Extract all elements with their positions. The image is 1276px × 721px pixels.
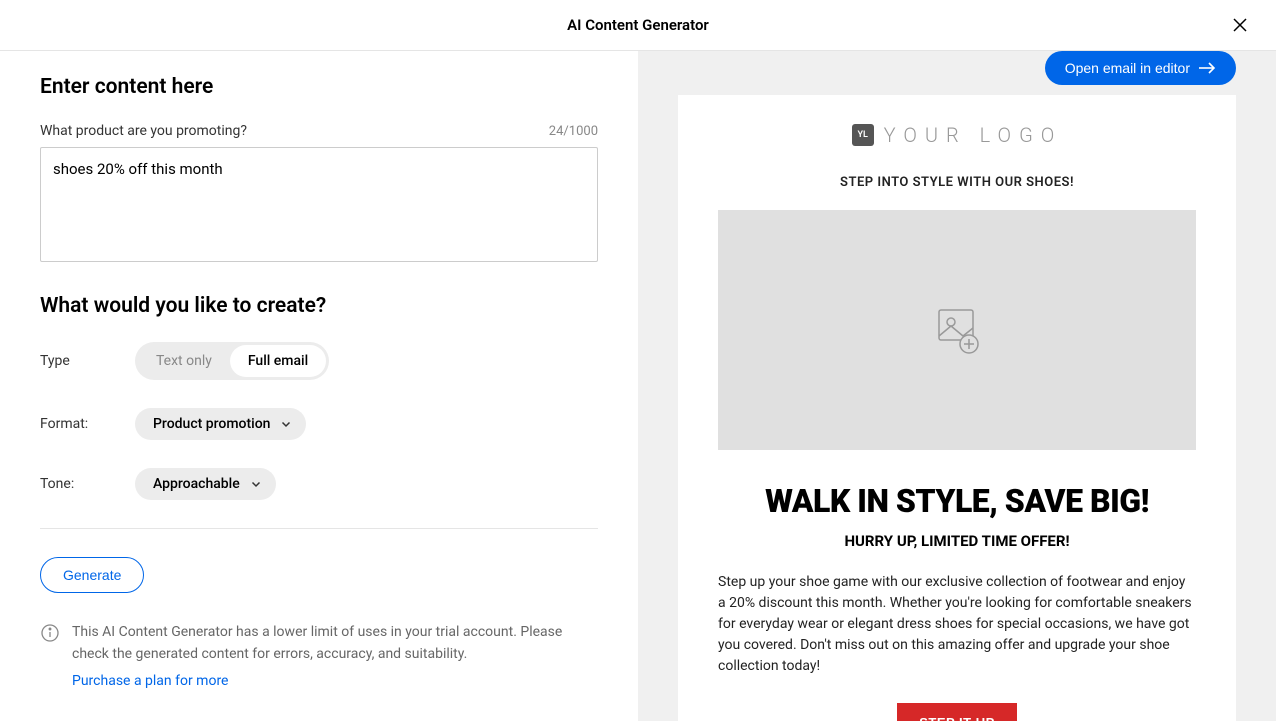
logo-badge: YL [852, 124, 874, 146]
create-title: What would you like to create? [40, 294, 598, 318]
left-panel: Enter content here What product are you … [0, 51, 638, 721]
email-subheadline: HURRY UP, LIMITED TIME OFFER! [718, 532, 1196, 550]
tone-row: Tone: Approachable [40, 468, 598, 500]
info-icon [40, 623, 60, 643]
format-value: Product promotion [153, 416, 270, 432]
chevron-down-icon [250, 478, 262, 490]
type-option-text-only[interactable]: Text only [138, 345, 230, 377]
enter-content-title: Enter content here [40, 75, 598, 99]
email-preview: YL YOUR LOGO STEP INTO STYLE WITH OUR SH… [678, 95, 1236, 721]
email-body: Step up your shoe game with our exclusiv… [718, 572, 1196, 677]
prompt-field-row: What product are you promoting? 24/1000 [40, 123, 598, 139]
logo-text: YOUR LOGO [884, 123, 1063, 147]
tone-label: Tone: [40, 476, 135, 492]
prompt-label: What product are you promoting? [40, 123, 247, 139]
type-row: Type Text only Full email [40, 342, 598, 380]
type-toggle: Text only Full email [135, 342, 329, 380]
char-count: 24/1000 [549, 124, 598, 139]
image-placeholder[interactable] [718, 210, 1196, 450]
email-headline: WALK IN STYLE, SAVE BIG! [718, 482, 1196, 520]
type-option-full-email[interactable]: Full email [230, 345, 326, 377]
tone-value: Approachable [153, 476, 240, 492]
close-button[interactable] [1224, 9, 1256, 41]
generate-button[interactable]: Generate [40, 557, 144, 593]
chevron-down-icon [280, 418, 292, 430]
format-dropdown[interactable]: Product promotion [135, 408, 306, 440]
info-text: This AI Content Generator has a lower li… [72, 624, 562, 662]
right-panel: Open email in editor YL YOUR LOGO STEP I… [638, 51, 1276, 721]
arrow-right-icon [1198, 61, 1216, 75]
format-label: Format: [40, 416, 135, 432]
modal-header: AI Content Generator [0, 0, 1276, 51]
main-container: Enter content here What product are you … [0, 51, 1276, 721]
type-label: Type [40, 353, 135, 369]
email-cta-button[interactable]: STEP IT UP [897, 703, 1017, 721]
format-row: Format: Product promotion [40, 408, 598, 440]
open-editor-label: Open email in editor [1065, 60, 1190, 76]
prompt-input[interactable] [40, 147, 598, 262]
info-row: This AI Content Generator has a lower li… [40, 621, 598, 692]
image-add-icon [929, 302, 985, 358]
divider [40, 528, 598, 529]
email-tagline: STEP INTO STYLE WITH OUR SHOES! [718, 175, 1196, 190]
open-email-editor-button[interactable]: Open email in editor [1045, 51, 1236, 85]
close-icon [1230, 15, 1250, 35]
purchase-plan-link[interactable]: Purchase a plan for more [72, 670, 598, 692]
tone-dropdown[interactable]: Approachable [135, 468, 276, 500]
logo-container: YL YOUR LOGO [718, 123, 1196, 147]
info-text-container: This AI Content Generator has a lower li… [72, 621, 598, 692]
modal-title: AI Content Generator [567, 16, 709, 34]
